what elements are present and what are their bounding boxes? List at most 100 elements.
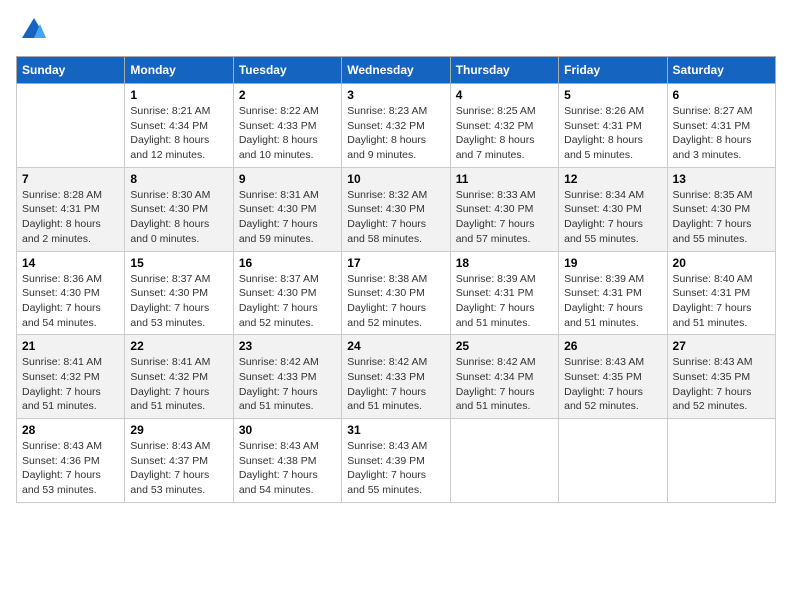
day-number: 18 [456,256,553,270]
calendar-day-cell: 20 Sunrise: 8:40 AMSunset: 4:31 PMDayligh… [667,251,775,335]
calendar-week-row: 21 Sunrise: 8:41 AMSunset: 4:32 PMDayligh… [17,335,776,419]
day-info: Sunrise: 8:32 AMSunset: 4:30 PMDaylight:… [347,188,444,247]
day-info: Sunrise: 8:40 AMSunset: 4:31 PMDaylight:… [673,272,770,331]
calendar-day-cell: 8 Sunrise: 8:30 AMSunset: 4:30 PMDaylight… [125,167,233,251]
day-number: 30 [239,423,336,437]
day-info: Sunrise: 8:39 AMSunset: 4:31 PMDaylight:… [456,272,553,331]
day-info: Sunrise: 8:39 AMSunset: 4:31 PMDaylight:… [564,272,661,331]
day-number: 10 [347,172,444,186]
calendar-day-cell: 16 Sunrise: 8:37 AMSunset: 4:30 PMDayligh… [233,251,341,335]
day-info: Sunrise: 8:36 AMSunset: 4:30 PMDaylight:… [22,272,119,331]
calendar-day-cell [450,419,558,503]
calendar-day-cell: 3 Sunrise: 8:23 AMSunset: 4:32 PMDaylight… [342,84,450,168]
day-info: Sunrise: 8:43 AMSunset: 4:37 PMDaylight:… [130,439,227,498]
day-number: 27 [673,339,770,353]
calendar-day-cell: 14 Sunrise: 8:36 AMSunset: 4:30 PMDayligh… [17,251,125,335]
calendar-day-cell: 24Sunrise: 8:42 AMSunset: 4:33 PMDayligh… [342,335,450,419]
day-info: Sunrise: 8:43 AMSunset: 4:36 PMDaylight:… [22,439,119,498]
calendar-day-cell: 7 Sunrise: 8:28 AMSunset: 4:31 PMDaylight… [17,167,125,251]
day-info: Sunrise: 8:41 AMSunset: 4:32 PMDaylight:… [22,355,119,414]
calendar-week-row: 28 Sunrise: 8:43 AMSunset: 4:36 PMDayligh… [17,419,776,503]
logo [16,16,48,44]
calendar-day-cell: 22 Sunrise: 8:41 AMSunset: 4:32 PMDayligh… [125,335,233,419]
calendar-day-cell: 15Sunrise: 8:37 AMSunset: 4:30 PMDayligh… [125,251,233,335]
day-number: 13 [673,172,770,186]
calendar-week-row: 7 Sunrise: 8:28 AMSunset: 4:31 PMDaylight… [17,167,776,251]
calendar-day-cell: 13 Sunrise: 8:35 AMSunset: 4:30 PMDayligh… [667,167,775,251]
day-info: Sunrise: 8:22 AMSunset: 4:33 PMDaylight:… [239,104,336,163]
day-info: Sunrise: 8:30 AMSunset: 4:30 PMDaylight:… [130,188,227,247]
calendar-week-row: 1 Sunrise: 8:21 AMSunset: 4:34 PMDaylight… [17,84,776,168]
day-number: 8 [130,172,227,186]
calendar-day-cell: 30 Sunrise: 8:43 AMSunset: 4:38 PMDayligh… [233,419,341,503]
day-number: 2 [239,88,336,102]
day-of-week-header: Thursday [450,57,558,84]
day-info: Sunrise: 8:33 AMSunset: 4:30 PMDaylight:… [456,188,553,247]
day-of-week-header: Saturday [667,57,775,84]
day-info: Sunrise: 8:41 AMSunset: 4:32 PMDaylight:… [130,355,227,414]
day-number: 19 [564,256,661,270]
day-info: Sunrise: 8:31 AMSunset: 4:30 PMDaylight:… [239,188,336,247]
day-info: Sunrise: 8:28 AMSunset: 4:31 PMDaylight:… [22,188,119,247]
day-number: 22 [130,339,227,353]
calendar-day-cell: 29 Sunrise: 8:43 AMSunset: 4:37 PMDayligh… [125,419,233,503]
day-info: Sunrise: 8:43 AMSunset: 4:38 PMDaylight:… [239,439,336,498]
day-number: 14 [22,256,119,270]
day-info: Sunrise: 8:38 AMSunset: 4:30 PMDaylight:… [347,272,444,331]
day-number: 6 [673,88,770,102]
day-number: 12 [564,172,661,186]
day-info: Sunrise: 8:34 AMSunset: 4:30 PMDaylight:… [564,188,661,247]
calendar-week-row: 14 Sunrise: 8:36 AMSunset: 4:30 PMDayligh… [17,251,776,335]
day-number: 7 [22,172,119,186]
day-number: 20 [673,256,770,270]
day-number: 4 [456,88,553,102]
day-number: 1 [130,88,227,102]
day-number: 29 [130,423,227,437]
calendar-day-cell: 10 Sunrise: 8:32 AMSunset: 4:30 PMDayligh… [342,167,450,251]
calendar-day-cell [667,419,775,503]
calendar-day-cell: 12 Sunrise: 8:34 AMSunset: 4:30 PMDayligh… [559,167,667,251]
day-info: Sunrise: 8:25 AMSunset: 4:32 PMDaylight:… [456,104,553,163]
day-info: Sunrise: 8:23 AMSunset: 4:32 PMDaylight:… [347,104,444,163]
calendar-header-row: SundayMondayTuesdayWednesdayThursdayFrid… [17,57,776,84]
day-number: 11 [456,172,553,186]
calendar-day-cell: 21 Sunrise: 8:41 AMSunset: 4:32 PMDayligh… [17,335,125,419]
calendar-day-cell: 19 Sunrise: 8:39 AMSunset: 4:31 PMDayligh… [559,251,667,335]
day-number: 24 [347,339,444,353]
day-info: Sunrise: 8:21 AMSunset: 4:34 PMDaylight:… [130,104,227,163]
calendar-day-cell [17,84,125,168]
day-number: 9 [239,172,336,186]
day-info: Sunrise: 8:43 AMSunset: 4:39 PMDaylight:… [347,439,444,498]
day-info: Sunrise: 8:42 AMSunset: 4:33 PMDaylight:… [239,355,336,414]
calendar-day-cell: 18 Sunrise: 8:39 AMSunset: 4:31 PMDayligh… [450,251,558,335]
day-number: 26 [564,339,661,353]
calendar-day-cell: 17 Sunrise: 8:38 AMSunset: 4:30 PMDayligh… [342,251,450,335]
day-of-week-header: Sunday [17,57,125,84]
day-info: Sunrise: 8:27 AMSunset: 4:31 PMDaylight:… [673,104,770,163]
day-of-week-header: Monday [125,57,233,84]
calendar-day-cell: 28 Sunrise: 8:43 AMSunset: 4:36 PMDayligh… [17,419,125,503]
calendar-day-cell: 4 Sunrise: 8:25 AMSunset: 4:32 PMDaylight… [450,84,558,168]
day-info: Sunrise: 8:37 AMSunset: 4:30 PMDaylight:… [239,272,336,331]
day-info: Sunrise: 8:43 AMSunset: 4:35 PMDaylight:… [564,355,661,414]
day-number: 3 [347,88,444,102]
calendar-day-cell: 25 Sunrise: 8:42 AMSunset: 4:34 PMDayligh… [450,335,558,419]
day-number: 21 [22,339,119,353]
day-number: 16 [239,256,336,270]
day-of-week-header: Tuesday [233,57,341,84]
day-number: 15 [130,256,227,270]
day-number: 28 [22,423,119,437]
day-of-week-header: Wednesday [342,57,450,84]
day-info: Sunrise: 8:42 AMSunset: 4:34 PMDaylight:… [456,355,553,414]
calendar-day-cell: 1 Sunrise: 8:21 AMSunset: 4:34 PMDaylight… [125,84,233,168]
calendar-day-cell: 23Sunrise: 8:42 AMSunset: 4:33 PMDayligh… [233,335,341,419]
day-of-week-header: Friday [559,57,667,84]
day-info: Sunrise: 8:43 AMSunset: 4:35 PMDaylight:… [673,355,770,414]
day-number: 25 [456,339,553,353]
calendar-day-cell: 9 Sunrise: 8:31 AMSunset: 4:30 PMDaylight… [233,167,341,251]
calendar-day-cell: 5Sunrise: 8:26 AMSunset: 4:31 PMDaylight… [559,84,667,168]
day-info: Sunrise: 8:35 AMSunset: 4:30 PMDaylight:… [673,188,770,247]
calendar-day-cell: 11 Sunrise: 8:33 AMSunset: 4:30 PMDayligh… [450,167,558,251]
calendar-day-cell: 27 Sunrise: 8:43 AMSunset: 4:35 PMDayligh… [667,335,775,419]
day-number: 17 [347,256,444,270]
